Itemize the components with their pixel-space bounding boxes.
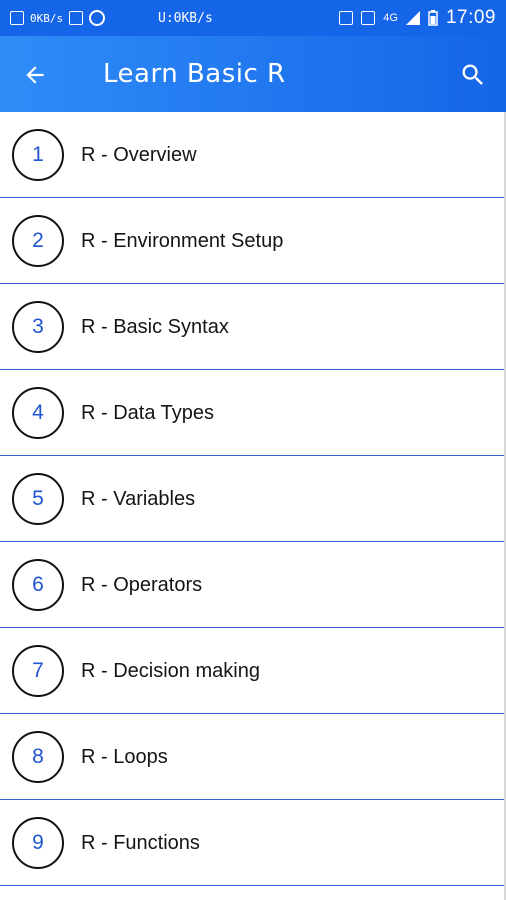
item-number-circle: 2 (12, 215, 64, 267)
image-notification-icon (69, 11, 84, 25)
status-left: 0KB/s (10, 0, 106, 36)
browser-notification-icon (89, 10, 106, 26)
search-icon (462, 64, 483, 85)
upload-speed: U:0KB/s (158, 10, 213, 26)
search-button[interactable] (456, 58, 490, 92)
back-button[interactable] (18, 58, 52, 92)
list-item[interactable]: 2 R - Environment Setup (0, 198, 506, 284)
list-item[interactable]: 7 R - Decision making (0, 628, 506, 714)
item-number-circle: 3 (12, 301, 64, 353)
list-item[interactable]: 5 R - Variables (0, 456, 506, 542)
list-item[interactable]: 6 R - Operators (0, 542, 506, 628)
item-number-circle: 5 (12, 473, 64, 525)
item-label: R - Basic Syntax (81, 316, 229, 338)
signal-box-icon (361, 11, 376, 25)
sim-icon (339, 11, 354, 25)
status-right: 4G 17:09 (339, 0, 496, 36)
list-item[interactable]: 3 R - Basic Syntax (0, 284, 506, 370)
list-item[interactable]: 4 R - Data Types (0, 370, 506, 456)
signal-strength-icon (405, 11, 420, 25)
item-number-circle: 7 (12, 645, 64, 697)
page-title: Learn Basic R (103, 59, 286, 89)
network-type: 4G (383, 12, 398, 24)
app-bar: Learn Basic R (0, 36, 506, 112)
list-item[interactable]: 8 R - Loops (0, 714, 506, 800)
arrow-left-icon (26, 66, 44, 84)
battery-icon (428, 10, 438, 26)
item-label: R - Loops (81, 746, 168, 768)
clock: 17:09 (445, 7, 496, 28)
list-item[interactable]: 1 R - Overview (0, 112, 506, 198)
item-label: R - Overview (81, 144, 197, 166)
topic-list: 1 R - Overview 2 R - Environment Setup 3… (0, 112, 506, 900)
item-label: R - Data Types (81, 402, 215, 424)
status-bar: 0KB/s U:0KB/s 4G 17:09 (0, 0, 506, 36)
item-label: R - Environment Setup (81, 230, 284, 252)
item-number-circle: 1 (12, 129, 64, 181)
item-number-circle: 9 (12, 817, 64, 869)
gallery-notification-icon (10, 11, 24, 25)
item-label: R - Decision making (81, 660, 260, 682)
item-number-circle: 4 (12, 387, 64, 439)
item-label: R - Functions (81, 832, 200, 854)
list-item[interactable]: 9 R - Functions (0, 800, 506, 886)
item-number-circle: 8 (12, 731, 64, 783)
item-label: R - Variables (81, 488, 196, 510)
item-number-circle: 6 (12, 559, 64, 611)
item-label: R - Operators (81, 574, 203, 596)
download-speed: 0KB/s (30, 11, 64, 25)
